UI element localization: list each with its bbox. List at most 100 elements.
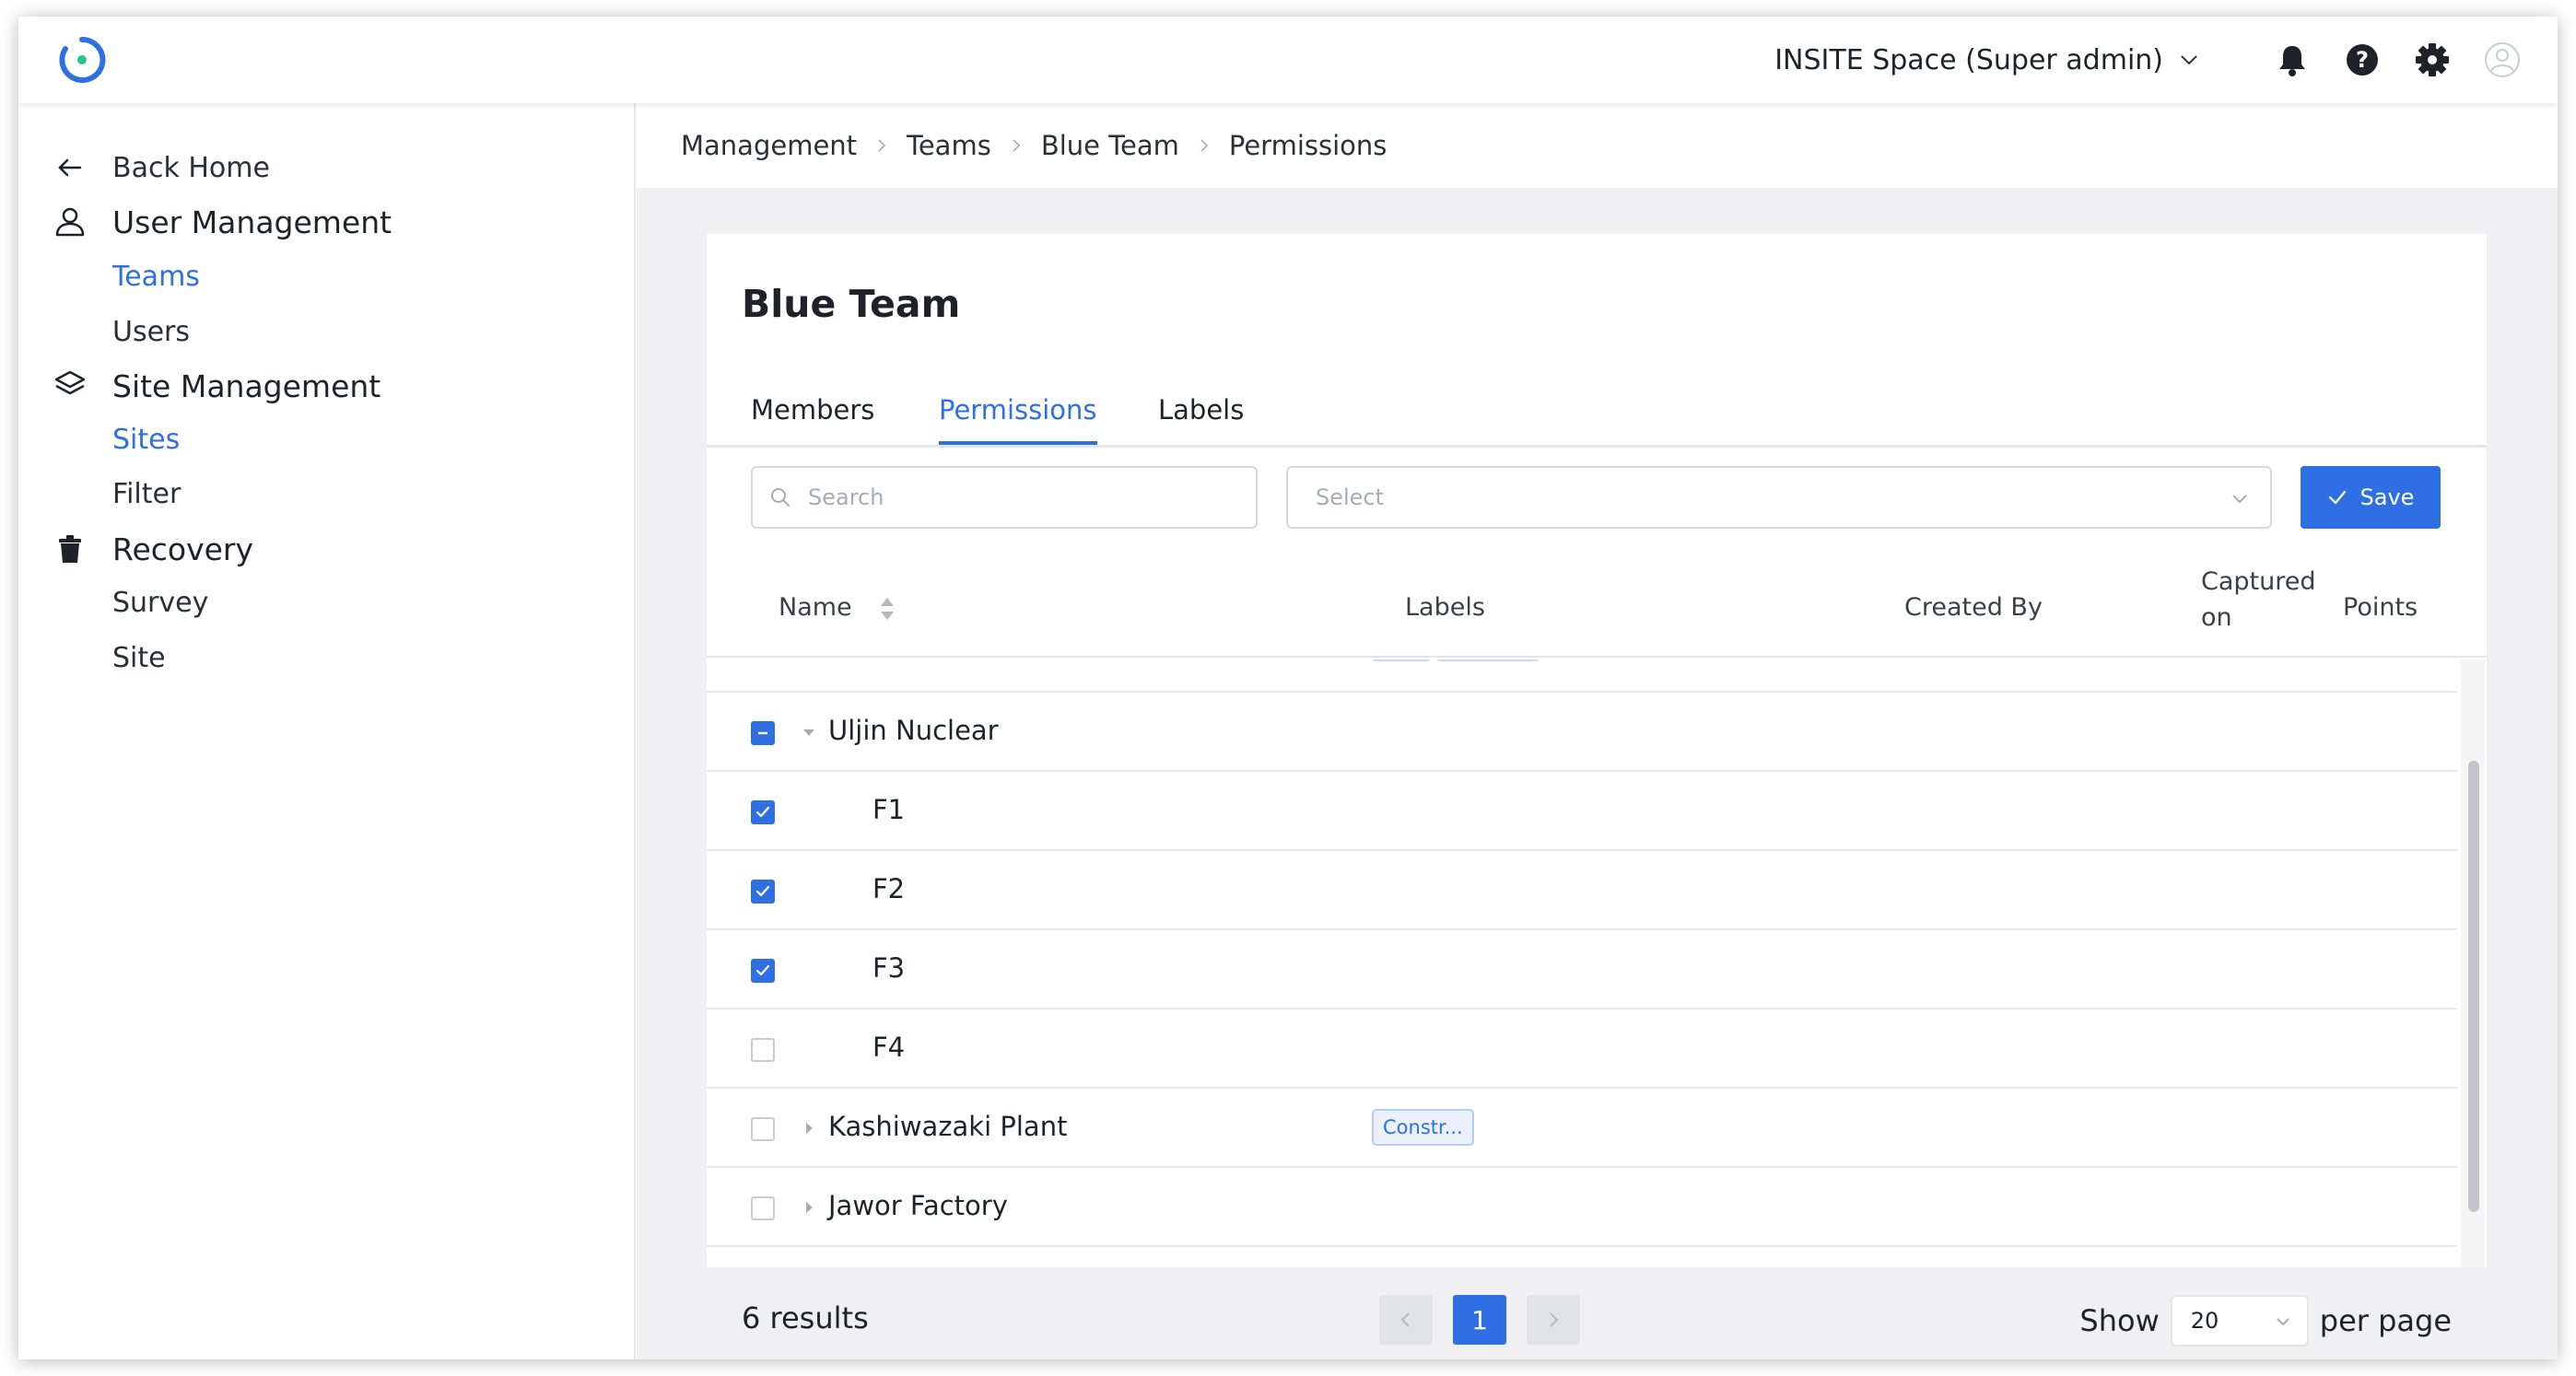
- per-page-control: Show 20 per page: [2079, 1295, 2452, 1347]
- user-management-label: User Management: [112, 204, 392, 240]
- chevron-right-icon: [1196, 137, 1212, 154]
- results-count: 6 results: [742, 1300, 869, 1335]
- row-checkbox[interactable]: [751, 1117, 775, 1141]
- label-select[interactable]: Select: [1286, 466, 2272, 529]
- row-checkbox[interactable]: [751, 880, 775, 904]
- gear-icon[interactable]: [2414, 41, 2451, 78]
- teams-label: Teams: [112, 260, 200, 293]
- back-home-label: Back Home: [112, 151, 270, 184]
- row-checkbox[interactable]: [751, 1196, 775, 1220]
- sidebar-item-survey[interactable]: Survey: [18, 575, 636, 630]
- sidebar-item-site[interactable]: Site: [18, 630, 636, 685]
- scrollbar-thumb[interactable]: [2468, 761, 2479, 1212]
- sidebar-item-sites[interactable]: Sites: [18, 412, 636, 467]
- tab-members[interactable]: Members: [751, 394, 874, 445]
- table-row[interactable]: F2: [707, 851, 2457, 930]
- select-placeholder: Select: [1316, 484, 1385, 510]
- label-tag: [1372, 659, 1431, 661]
- column-header-name[interactable]: Name: [779, 593, 896, 623]
- table-row[interactable]: F1: [707, 772, 2457, 851]
- workspace-switcher[interactable]: INSITE Space (Super admin): [1774, 44, 2200, 76]
- search-icon: [771, 488, 790, 507]
- survey-label: Survey: [112, 586, 209, 619]
- filter-label: Filter: [112, 477, 181, 510]
- table-row-partial: [707, 659, 2457, 693]
- sidebar-group-recovery[interactable]: Recovery: [18, 521, 636, 577]
- chevron-right-icon: [1008, 137, 1025, 154]
- prev-page-button[interactable]: [1379, 1295, 1433, 1345]
- workspace-name: INSITE Space (Super admin): [1774, 43, 2163, 76]
- show-label: Show: [2079, 1303, 2160, 1338]
- caret-right-icon[interactable]: [802, 1121, 816, 1136]
- chevron-right-icon: [1550, 1312, 1559, 1327]
- table-row[interactable]: Kashiwazaki Plant Constr...: [707, 1089, 2457, 1168]
- chevron-down-icon: [2181, 55, 2197, 65]
- sidebar-group-user-management[interactable]: User Management: [18, 194, 636, 250]
- save-button[interactable]: Save: [2301, 466, 2441, 529]
- page-title: Blue Team: [742, 282, 961, 326]
- avatar[interactable]: [2484, 41, 2521, 78]
- layers-icon: [52, 367, 88, 404]
- bell-icon[interactable]: [2274, 41, 2311, 78]
- row-name: Uljin Nuclear: [828, 715, 999, 746]
- tab-permissions[interactable]: Permissions: [939, 394, 1097, 445]
- sidebar-item-filter[interactable]: Filter: [18, 466, 636, 521]
- sites-label: Sites: [112, 423, 181, 456]
- table-footer: 6 results 1 Show 20 per page: [707, 1267, 2487, 1359]
- chevron-down-icon: [2277, 1318, 2289, 1326]
- row-checkbox[interactable]: [751, 800, 775, 824]
- row-name: F1: [872, 794, 906, 825]
- app-logo[interactable]: [57, 35, 107, 85]
- app-window: INSITE Space (Super admin) ? Back Home U…: [18, 17, 2558, 1359]
- row-name: F3: [872, 952, 906, 984]
- caret-right-icon[interactable]: [802, 1200, 816, 1215]
- breadcrumb: Management Teams Blue Team Permissions: [637, 103, 2558, 188]
- sort-icon[interactable]: [878, 595, 896, 623]
- column-name-label: Name: [779, 593, 852, 622]
- check-icon: [2328, 490, 2346, 505]
- column-header-labels: Labels: [1405, 593, 1485, 622]
- arrow-left-icon: [52, 149, 88, 186]
- row-checkbox[interactable]: [751, 721, 775, 745]
- row-name: F2: [872, 873, 906, 904]
- sidebar-item-users[interactable]: Users: [18, 304, 636, 359]
- column-header-captured-on: Captured on: [2201, 567, 2316, 632]
- row-checkbox[interactable]: [751, 1038, 775, 1062]
- row-checkbox[interactable]: [751, 959, 775, 983]
- table-row[interactable]: F4: [707, 1009, 2457, 1089]
- svg-text:?: ?: [2356, 47, 2369, 73]
- sidebar-group-site-management[interactable]: Site Management: [18, 358, 636, 414]
- captured-line-1: Captured: [2201, 567, 2316, 596]
- save-label: Save: [2359, 484, 2415, 510]
- trash-icon: [52, 531, 88, 567]
- row-name: F4: [872, 1032, 906, 1063]
- caret-down-icon[interactable]: [802, 725, 816, 740]
- per-page-select[interactable]: 20: [2170, 1295, 2309, 1347]
- page-button-current[interactable]: 1: [1453, 1295, 1506, 1345]
- row-name: Kashiwazaki Plant: [828, 1111, 1068, 1142]
- top-bar: INSITE Space (Super admin) ?: [18, 17, 2558, 103]
- site-management-label: Site Management: [112, 367, 381, 404]
- table-scrollbar[interactable]: [2461, 659, 2485, 1267]
- site-label: Site: [112, 641, 166, 674]
- table-body: Uljin Nuclear F1 F2 F3 F4 Kashiwazaki Pl…: [707, 659, 2457, 1267]
- back-home-link[interactable]: Back Home: [18, 140, 636, 195]
- search-input[interactable]: [808, 484, 1232, 510]
- row-name: Jawor Factory: [828, 1190, 1008, 1221]
- breadcrumb-blue-team[interactable]: Blue Team: [1041, 130, 1179, 161]
- tab-labels[interactable]: Labels: [1158, 394, 1244, 445]
- chevron-down-icon: [2232, 495, 2247, 504]
- table-row[interactable]: F3: [707, 930, 2457, 1009]
- table-row[interactable]: Jawor Factory: [707, 1168, 2457, 1247]
- sidebar-item-teams[interactable]: Teams: [18, 249, 636, 304]
- breadcrumb-management[interactable]: Management: [681, 130, 857, 161]
- table-row[interactable]: Uljin Nuclear: [707, 693, 2457, 772]
- next-page-button[interactable]: [1527, 1295, 1580, 1345]
- per-page-value: 20: [2190, 1308, 2219, 1334]
- user-icon: [52, 204, 88, 240]
- breadcrumb-teams[interactable]: Teams: [907, 130, 991, 161]
- per-page-label: per page: [2319, 1303, 2452, 1338]
- help-icon[interactable]: ?: [2344, 41, 2381, 78]
- chevron-right-icon: [873, 137, 890, 154]
- recovery-label: Recovery: [112, 531, 254, 567]
